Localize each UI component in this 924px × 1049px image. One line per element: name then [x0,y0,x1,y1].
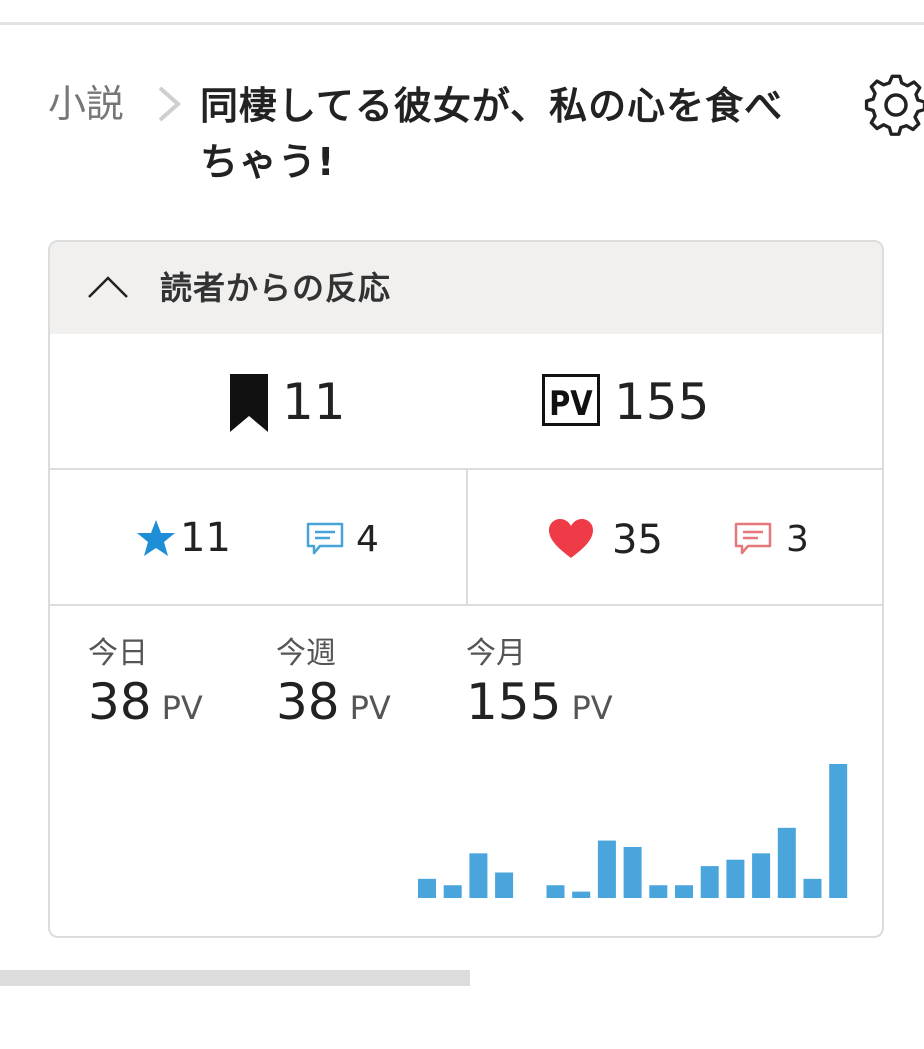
stat-month: 今月 155 PV [466,636,613,738]
pv-total-count: 155 [614,373,710,431]
breadcrumb-novels-link[interactable]: 小説 [48,80,124,128]
chevron-right-icon [158,86,182,122]
stat-month-unit: PV [571,689,613,727]
pv-bar [597,840,616,898]
stat-month-value: 155 [466,673,562,731]
pv-bar [443,885,462,898]
bookmark-count: 11 [282,373,346,431]
pv-stats: 今日 38 PV 今週 38 PV 今月 155 PV [50,606,882,936]
stat-week-unit: PV [349,689,391,727]
stat-week-value: 38 [276,673,340,731]
heart-icon [549,519,593,558]
pv-bar [752,853,771,898]
pv-bar [546,885,565,898]
reactions-header[interactable]: 読者からの反応 [50,242,882,334]
stat-today-label: 今日 [88,636,148,671]
pv-bar [675,885,693,898]
pv-bar [649,885,668,898]
chevron-up-icon[interactable] [86,272,130,302]
reactions-row: 11 4 35 3 [50,470,882,606]
top-divider [0,22,924,25]
star-comment-count: 4 [356,519,379,560]
pv-bar [418,878,436,898]
pv-bar [623,846,642,898]
totals-row: 11 PV 155 [50,334,882,470]
scroll-indicator [0,970,470,986]
gear-icon[interactable] [862,74,924,136]
pv-bar [829,764,848,898]
pv-bar [726,859,745,898]
pv-bar [572,891,591,898]
page-title: 同棲してる彼女が、私の心を食べちゃう! [200,84,784,184]
star-count: 11 [180,515,231,561]
pv-icon: PV [542,374,600,426]
stat-today-unit: PV [161,689,203,727]
heart-comment-count: 3 [786,519,809,560]
pv-bar [495,872,514,898]
stat-week: 今週 38 PV [276,636,391,738]
comment-icon[interactable] [306,522,344,556]
stat-month-label: 今月 [466,636,526,671]
pv-bar [469,853,488,898]
reactions-title: 読者からの反応 [160,269,392,307]
heart-count: 35 [612,517,663,563]
star-icon [137,520,175,556]
comment-icon[interactable] [734,522,772,556]
column-divider [466,470,468,604]
svg-text:PV: PV [549,385,593,424]
bookmark-icon [230,374,268,432]
pv-bar [777,827,796,898]
pv-bar [700,866,719,898]
stat-today: 今日 38 PV [88,636,203,738]
stat-week-label: 今週 [276,636,336,671]
reader-reactions-panel: 読者からの反応 11 PV 155 11 4 35 3 今日 38 PV 今週 … [48,240,884,938]
stat-today-value: 38 [88,673,152,731]
pv-bar [803,878,822,898]
